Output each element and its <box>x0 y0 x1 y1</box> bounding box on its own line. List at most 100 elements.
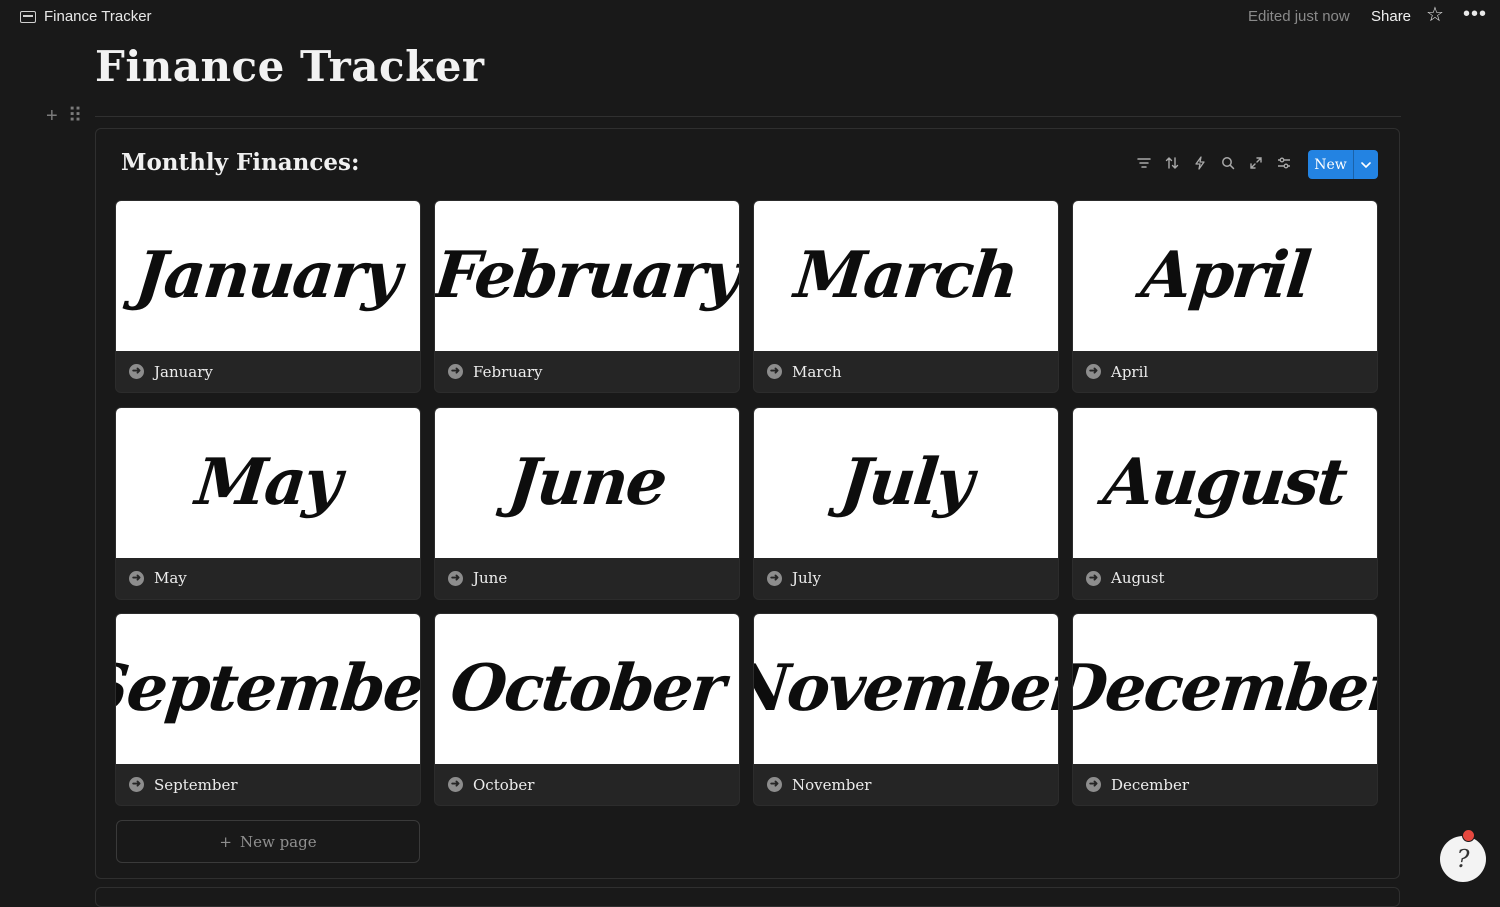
add-block-icon[interactable]: + <box>46 106 58 126</box>
arrow-right-icon: ➜ <box>767 570 782 586</box>
arrow-right-icon: ➜ <box>448 777 463 792</box>
card-title: January <box>154 362 213 381</box>
card-title: May <box>154 569 187 587</box>
gallery-card[interactable]: August ➜ August <box>1073 407 1377 599</box>
card-footer: ➜ March <box>754 351 1058 392</box>
cover-lettering: May <box>192 444 344 520</box>
edited-status: Edited just now <box>1248 8 1350 25</box>
cover-lettering: February <box>435 238 739 313</box>
gallery-card[interactable]: April ➜ April <box>1073 201 1377 392</box>
gallery-card[interactable]: May ➜ May <box>116 407 420 599</box>
new-page-button[interactable]: + New page <box>116 820 420 863</box>
card-cover: December <box>1073 614 1377 764</box>
cover-lettering: November <box>754 651 1058 726</box>
chevron-down-icon[interactable] <box>1354 150 1378 179</box>
gallery-card[interactable]: September ➜ September <box>116 614 420 805</box>
breadcrumb-title: Finance Tracker <box>44 8 152 25</box>
cover-lettering: July <box>836 444 976 520</box>
share-button[interactable]: Share <box>1371 8 1411 25</box>
card-title: August <box>1111 569 1165 587</box>
card-cover: November <box>754 614 1058 764</box>
card-cover: August <box>1073 407 1377 558</box>
divider <box>95 116 1401 117</box>
gallery-database: Monthly Finances: New January ➜ January Feb… <box>95 128 1400 879</box>
database-toolbar <box>1136 155 1292 171</box>
gallery-card[interactable]: February ➜ February <box>435 201 739 392</box>
top-bar: Finance Tracker Edited just now Share ☆ … <box>0 0 1500 34</box>
gallery-card[interactable]: June ➜ June <box>435 407 739 599</box>
gallery-card[interactable]: December ➜ December <box>1073 614 1377 805</box>
card-cover: September <box>116 614 420 764</box>
card-title: June <box>473 569 508 587</box>
arrow-right-icon: ➜ <box>129 364 144 379</box>
card-title: April <box>1111 362 1149 381</box>
arrow-right-icon: ➜ <box>129 777 144 792</box>
card-footer: ➜ April <box>1073 351 1377 392</box>
new-page-label: New page <box>239 832 317 851</box>
next-block <box>95 887 1400 907</box>
gallery-grid: January ➜ January February ➜ February March ➜ Ma… <box>116 201 1377 805</box>
cover-lettering: March <box>791 238 1021 313</box>
arrow-right-icon: ➜ <box>1086 570 1101 586</box>
card-cover: January <box>116 201 420 351</box>
arrow-right-icon: ➜ <box>448 570 463 586</box>
gallery-card[interactable]: March ➜ March <box>754 201 1058 392</box>
drag-handle-icon[interactable]: ⠿ <box>68 106 83 126</box>
more-icon[interactable]: ••• <box>1463 4 1487 24</box>
card-title: July <box>792 569 821 587</box>
cover-lettering: October <box>447 651 728 726</box>
card-footer: ➜ June <box>435 558 739 599</box>
card-footer: ➜ February <box>435 351 739 392</box>
card-title: September <box>154 775 238 794</box>
card-footer: ➜ January <box>116 351 420 392</box>
block-handles: + ⠿ <box>46 106 82 126</box>
arrow-right-icon: ➜ <box>448 364 463 379</box>
card-footer: ➜ July <box>754 558 1058 599</box>
arrow-right-icon: ➜ <box>129 570 144 586</box>
card-cover: May <box>116 407 420 558</box>
star-icon[interactable]: ☆ <box>1426 5 1444 25</box>
card-footer: ➜ September <box>116 764 420 805</box>
card-title: March <box>792 362 842 381</box>
card-cover: April <box>1073 201 1377 351</box>
filter-icon[interactable] <box>1136 155 1152 171</box>
card-footer: ➜ November <box>754 764 1058 805</box>
notification-dot <box>1462 829 1475 842</box>
gallery-card[interactable]: November ➜ November <box>754 614 1058 805</box>
card-footer: ➜ May <box>116 558 420 599</box>
breadcrumb[interactable]: Finance Tracker <box>20 8 152 25</box>
arrow-right-icon: ➜ <box>767 364 782 379</box>
cover-lettering: April <box>1137 238 1313 313</box>
cover-lettering: January <box>132 238 404 313</box>
expand-icon[interactable] <box>1248 155 1264 171</box>
cover-lettering: September <box>116 651 420 726</box>
card-footer: ➜ December <box>1073 764 1377 805</box>
gallery-card[interactable]: October ➜ October <box>435 614 739 805</box>
gallery-card[interactable]: January ➜ January <box>116 201 420 392</box>
card-title: February <box>473 362 543 381</box>
card-title: December <box>1111 775 1190 794</box>
arrow-right-icon: ➜ <box>1086 777 1101 792</box>
new-button[interactable]: New <box>1308 150 1354 179</box>
new-button-group: New <box>1308 150 1378 179</box>
sort-icon[interactable] <box>1164 155 1180 171</box>
card-title: November <box>792 775 872 794</box>
arrow-right-icon: ➜ <box>767 777 782 792</box>
search-icon[interactable] <box>1220 155 1236 171</box>
help-button[interactable]: ? <box>1440 836 1486 882</box>
plus-icon: + <box>219 832 232 851</box>
card-cover: October <box>435 614 739 764</box>
card-title: October <box>473 775 535 794</box>
help-icon: ? <box>1456 845 1470 873</box>
cover-lettering: June <box>505 444 670 520</box>
automation-icon[interactable] <box>1192 155 1208 171</box>
database-title[interactable]: Monthly Finances: <box>121 149 359 176</box>
card-cover: June <box>435 407 739 558</box>
settings-icon[interactable] <box>1276 155 1292 171</box>
card-cover: February <box>435 201 739 351</box>
page-title[interactable]: Finance Tracker <box>95 42 485 91</box>
arrow-right-icon: ➜ <box>1086 364 1101 379</box>
gallery-card[interactable]: July ➜ July <box>754 407 1058 599</box>
card-footer: ➜ October <box>435 764 739 805</box>
cover-lettering: August <box>1100 444 1350 520</box>
